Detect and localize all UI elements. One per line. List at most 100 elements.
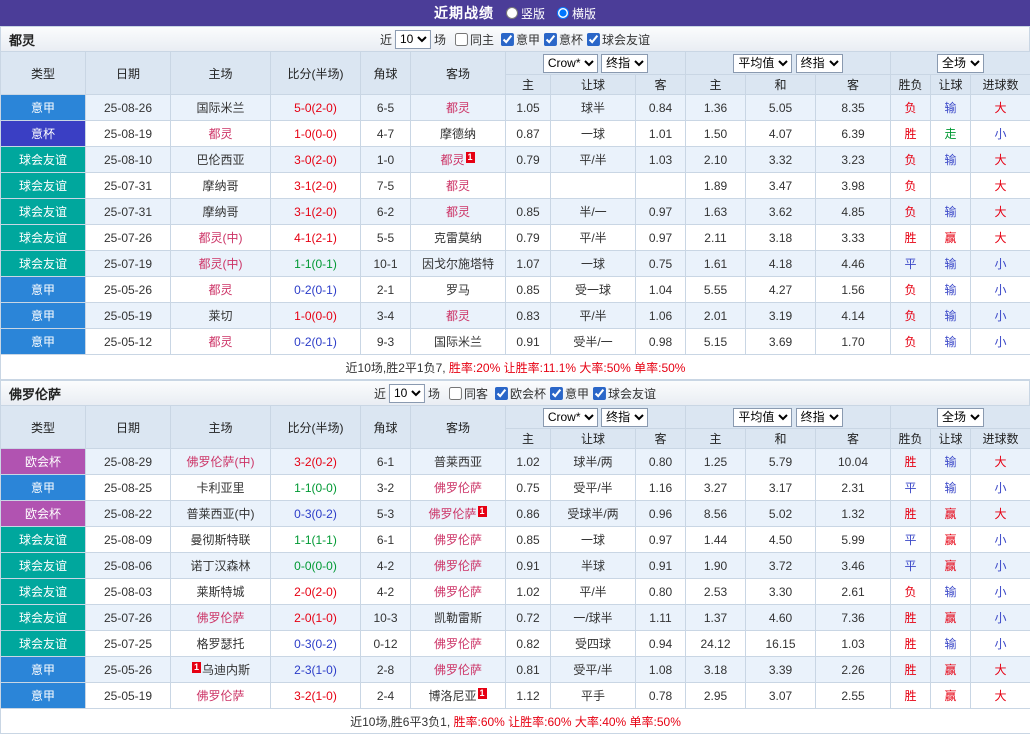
same-venue-filter[interactable]: 同主 [449, 31, 494, 48]
match-score[interactable]: 2-0(2-0) [271, 579, 361, 605]
away-team[interactable]: 都灵 [411, 303, 506, 329]
league-filter-0[interactable]: 意甲 [497, 31, 540, 48]
away-team[interactable]: 普莱西亚 [411, 449, 506, 475]
away-team[interactable]: 佛罗伦萨 [411, 657, 506, 683]
home-team[interactable]: 都灵 [171, 121, 271, 147]
match-row: 意杯25-08-19都灵1-0(0-0)4-7摩德纳0.87一球1.011.50… [1, 121, 1030, 147]
match-score[interactable]: 1-1(0-1) [271, 251, 361, 277]
league-checkbox-1[interactable] [550, 387, 563, 400]
asian-odds-select-cell: Crow* 终指 [506, 52, 686, 75]
same-venue-checkbox[interactable] [455, 33, 468, 46]
home-team[interactable]: 国际米兰 [171, 95, 271, 121]
away-team[interactable]: 佛罗伦萨 [411, 631, 506, 657]
away-team[interactable]: 罗马 [411, 277, 506, 303]
away-team[interactable]: 博洛尼亚1 [411, 683, 506, 709]
away-team[interactable]: 佛罗伦萨 [411, 553, 506, 579]
match-score[interactable]: 1-0(0-0) [271, 303, 361, 329]
section-filters: 近 10 场 同主 意甲 意杯 球会友谊 [380, 30, 650, 49]
home-team[interactable]: 都灵(中) [171, 251, 271, 277]
away-team[interactable]: 佛罗伦萨 [411, 527, 506, 553]
league-filter-1[interactable]: 意甲 [546, 385, 589, 402]
home-team[interactable]: 卡利亚里 [171, 475, 271, 501]
home-team[interactable]: 1乌迪内斯 [171, 657, 271, 683]
league-checkbox-0[interactable] [501, 33, 514, 46]
vertical-layout-radio[interactable] [506, 7, 518, 19]
league-checkbox-2[interactable] [593, 387, 606, 400]
odds-stage-select[interactable]: 终指 [601, 54, 648, 73]
away-team[interactable]: 凯勒雷斯 [411, 605, 506, 631]
league-filter-2[interactable]: 球会友谊 [583, 31, 650, 48]
away-team[interactable]: 摩德纳 [411, 121, 506, 147]
away-team[interactable]: 佛罗伦萨 [411, 579, 506, 605]
same-venue-filter[interactable]: 同客 [443, 385, 488, 402]
match-score[interactable]: 4-1(2-1) [271, 225, 361, 251]
home-team[interactable]: 佛罗伦萨 [171, 683, 271, 709]
league-label-0: 欧会杯 [510, 385, 546, 402]
match-score[interactable]: 3-2(1-0) [271, 683, 361, 709]
match-score[interactable]: 1-1(0-0) [271, 475, 361, 501]
home-team[interactable]: 摩纳哥 [171, 173, 271, 199]
team-name: 佛罗伦萨 [434, 663, 482, 677]
match-score[interactable]: 0-2(0-1) [271, 329, 361, 355]
league-checkbox-0[interactable] [495, 387, 508, 400]
home-team[interactable]: 格罗瑟托 [171, 631, 271, 657]
match-score[interactable]: 5-0(2-0) [271, 95, 361, 121]
away-team[interactable]: 都灵 [411, 199, 506, 225]
home-team[interactable]: 曼彻斯特联 [171, 527, 271, 553]
league-checkbox-1[interactable] [544, 33, 557, 46]
match-score[interactable]: 3-2(0-2) [271, 449, 361, 475]
league-filter-0[interactable]: 欧会杯 [491, 385, 546, 402]
home-team[interactable]: 普莱西亚(中) [171, 501, 271, 527]
home-team[interactable]: 佛罗伦萨 [171, 605, 271, 631]
euro-company-select[interactable]: 平均值 [733, 54, 792, 73]
same-venue-checkbox[interactable] [449, 387, 462, 400]
match-score[interactable]: 1-1(1-1) [271, 527, 361, 553]
match-count-select[interactable]: 10 [389, 384, 425, 403]
euro-stage-select[interactable]: 终指 [796, 54, 843, 73]
away-team[interactable]: 因戈尔施塔特 [411, 251, 506, 277]
match-score[interactable]: 2-0(1-0) [271, 605, 361, 631]
match-count-select[interactable]: 10 [395, 30, 431, 49]
result-scope-select[interactable]: 全场 [937, 54, 984, 73]
match-score[interactable]: 1-0(0-0) [271, 121, 361, 147]
layout-option-vertical[interactable]: 竖版 [506, 5, 545, 22]
league-filter-2[interactable]: 球会友谊 [589, 385, 656, 402]
home-team[interactable]: 巴伦西亚 [171, 147, 271, 173]
horizontal-layout-radio[interactable] [557, 7, 569, 19]
away-team[interactable]: 都灵1 [411, 147, 506, 173]
away-team[interactable]: 国际米兰 [411, 329, 506, 355]
away-team[interactable]: 都灵 [411, 173, 506, 199]
asian-away-odds: 0.80 [636, 449, 686, 475]
home-team[interactable]: 莱切 [171, 303, 271, 329]
asian-away-odds [636, 173, 686, 199]
home-team[interactable]: 都灵 [171, 277, 271, 303]
home-team[interactable]: 佛罗伦萨(中) [171, 449, 271, 475]
result-scope-select[interactable]: 全场 [937, 408, 984, 427]
home-team[interactable]: 都灵(中) [171, 225, 271, 251]
match-score[interactable]: 0-3(0-2) [271, 631, 361, 657]
match-score[interactable]: 0-2(0-1) [271, 277, 361, 303]
euro-company-select[interactable]: 平均值 [733, 408, 792, 427]
match-score[interactable]: 3-1(2-0) [271, 173, 361, 199]
away-team[interactable]: 佛罗伦萨1 [411, 501, 506, 527]
away-team[interactable]: 佛罗伦萨 [411, 475, 506, 501]
match-score[interactable]: 3-0(2-0) [271, 147, 361, 173]
match-score[interactable]: 0-3(0-2) [271, 501, 361, 527]
match-score[interactable]: 0-0(0-0) [271, 553, 361, 579]
layout-option-horizontal[interactable]: 横版 [557, 5, 596, 22]
euro-stage-select[interactable]: 终指 [796, 408, 843, 427]
away-team[interactable]: 都灵 [411, 95, 506, 121]
league-checkbox-2[interactable] [587, 33, 600, 46]
away-team[interactable]: 克雷莫纳 [411, 225, 506, 251]
home-team[interactable]: 都灵 [171, 329, 271, 355]
match-score[interactable]: 3-1(2-0) [271, 199, 361, 225]
match-score[interactable]: 2-3(1-0) [271, 657, 361, 683]
home-team[interactable]: 莱斯特城 [171, 579, 271, 605]
odds-company-select[interactable]: Crow* [543, 54, 598, 73]
home-team[interactable]: 诺丁汉森林 [171, 553, 271, 579]
odds-stage-select[interactable]: 终指 [601, 408, 648, 427]
league-filter-1[interactable]: 意杯 [540, 31, 583, 48]
home-team[interactable]: 摩纳哥 [171, 199, 271, 225]
result-verdict: 负 [891, 95, 931, 121]
odds-company-select[interactable]: Crow* [543, 408, 598, 427]
